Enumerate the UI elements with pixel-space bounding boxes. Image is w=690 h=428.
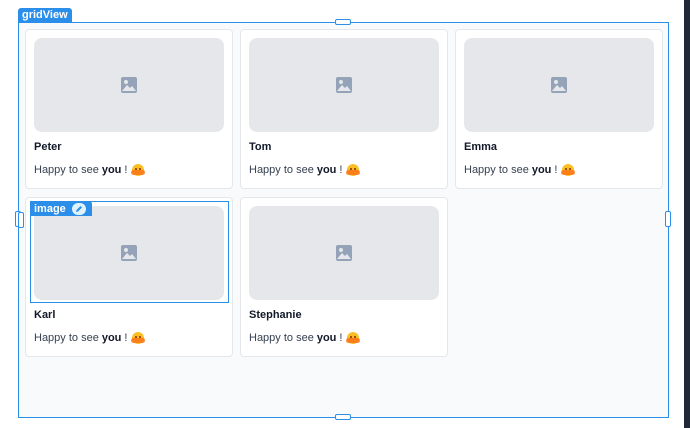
canvas-edge bbox=[684, 0, 690, 428]
image-placeholder[interactable] bbox=[464, 38, 654, 132]
greeting-prefix: Happy to see bbox=[34, 332, 99, 344]
greeting-suffix: ! bbox=[554, 164, 558, 176]
greeting-bold: you bbox=[101, 332, 122, 344]
image-placeholder[interactable] bbox=[249, 38, 439, 132]
pencil-icon[interactable] bbox=[71, 202, 86, 215]
resize-handle-top[interactable] bbox=[335, 19, 351, 25]
image-placeholder[interactable] bbox=[34, 38, 224, 132]
image-label-text: image bbox=[34, 202, 66, 215]
image-icon bbox=[336, 245, 352, 261]
greeting-suffix: ! bbox=[124, 164, 128, 176]
greeting-bold: you bbox=[316, 164, 337, 176]
image-icon bbox=[551, 77, 567, 93]
greeting-suffix: ! bbox=[339, 332, 343, 344]
greeting-suffix: ! bbox=[339, 164, 343, 176]
card-name: Emma bbox=[464, 141, 498, 153]
card-name: Karl bbox=[34, 309, 56, 321]
editor-canvas: gridView Peter Happy to see you! Tom Hap… bbox=[0, 0, 690, 428]
card-greeting: Happy to see you! bbox=[464, 164, 576, 176]
grid-card[interactable]: Stephanie Happy to see you! bbox=[240, 197, 448, 357]
resize-handle-right[interactable] bbox=[665, 211, 671, 227]
gridview-label-text: gridView bbox=[22, 9, 68, 21]
card-greeting: Happy to see you! bbox=[249, 164, 361, 176]
hugging-face-icon bbox=[561, 164, 576, 176]
card-name: Stephanie bbox=[249, 309, 302, 321]
gridview-label[interactable]: gridView bbox=[18, 8, 72, 22]
image-label[interactable]: image bbox=[30, 201, 92, 216]
grid-card[interactable]: Emma Happy to see you! bbox=[455, 29, 663, 189]
greeting-bold: you bbox=[316, 332, 337, 344]
image-placeholder[interactable] bbox=[249, 206, 439, 300]
greeting-suffix: ! bbox=[124, 332, 128, 344]
image-icon bbox=[336, 77, 352, 93]
card-greeting: Happy to see you! bbox=[34, 332, 146, 344]
hugging-face-icon bbox=[131, 332, 146, 344]
resize-handle-bottom[interactable] bbox=[335, 414, 351, 420]
greeting-prefix: Happy to see bbox=[249, 164, 314, 176]
card-name: Tom bbox=[249, 141, 272, 153]
greeting-bold: you bbox=[101, 164, 122, 176]
image-selection-frame[interactable] bbox=[30, 201, 229, 303]
card-name: Peter bbox=[34, 141, 62, 153]
greeting-bold: you bbox=[531, 164, 552, 176]
hugging-face-icon bbox=[346, 332, 361, 344]
hugging-face-icon bbox=[346, 164, 361, 176]
image-icon bbox=[121, 77, 137, 93]
hugging-face-icon bbox=[131, 164, 146, 176]
greeting-prefix: Happy to see bbox=[464, 164, 529, 176]
grid-card[interactable]: Peter Happy to see you! bbox=[25, 29, 233, 189]
card-greeting: Happy to see you! bbox=[34, 164, 146, 176]
card-greeting: Happy to see you! bbox=[249, 332, 361, 344]
greeting-prefix: Happy to see bbox=[34, 164, 99, 176]
grid-card[interactable]: Tom Happy to see you! bbox=[240, 29, 448, 189]
image-resize-handle-left[interactable] bbox=[18, 212, 24, 228]
greeting-prefix: Happy to see bbox=[249, 332, 314, 344]
